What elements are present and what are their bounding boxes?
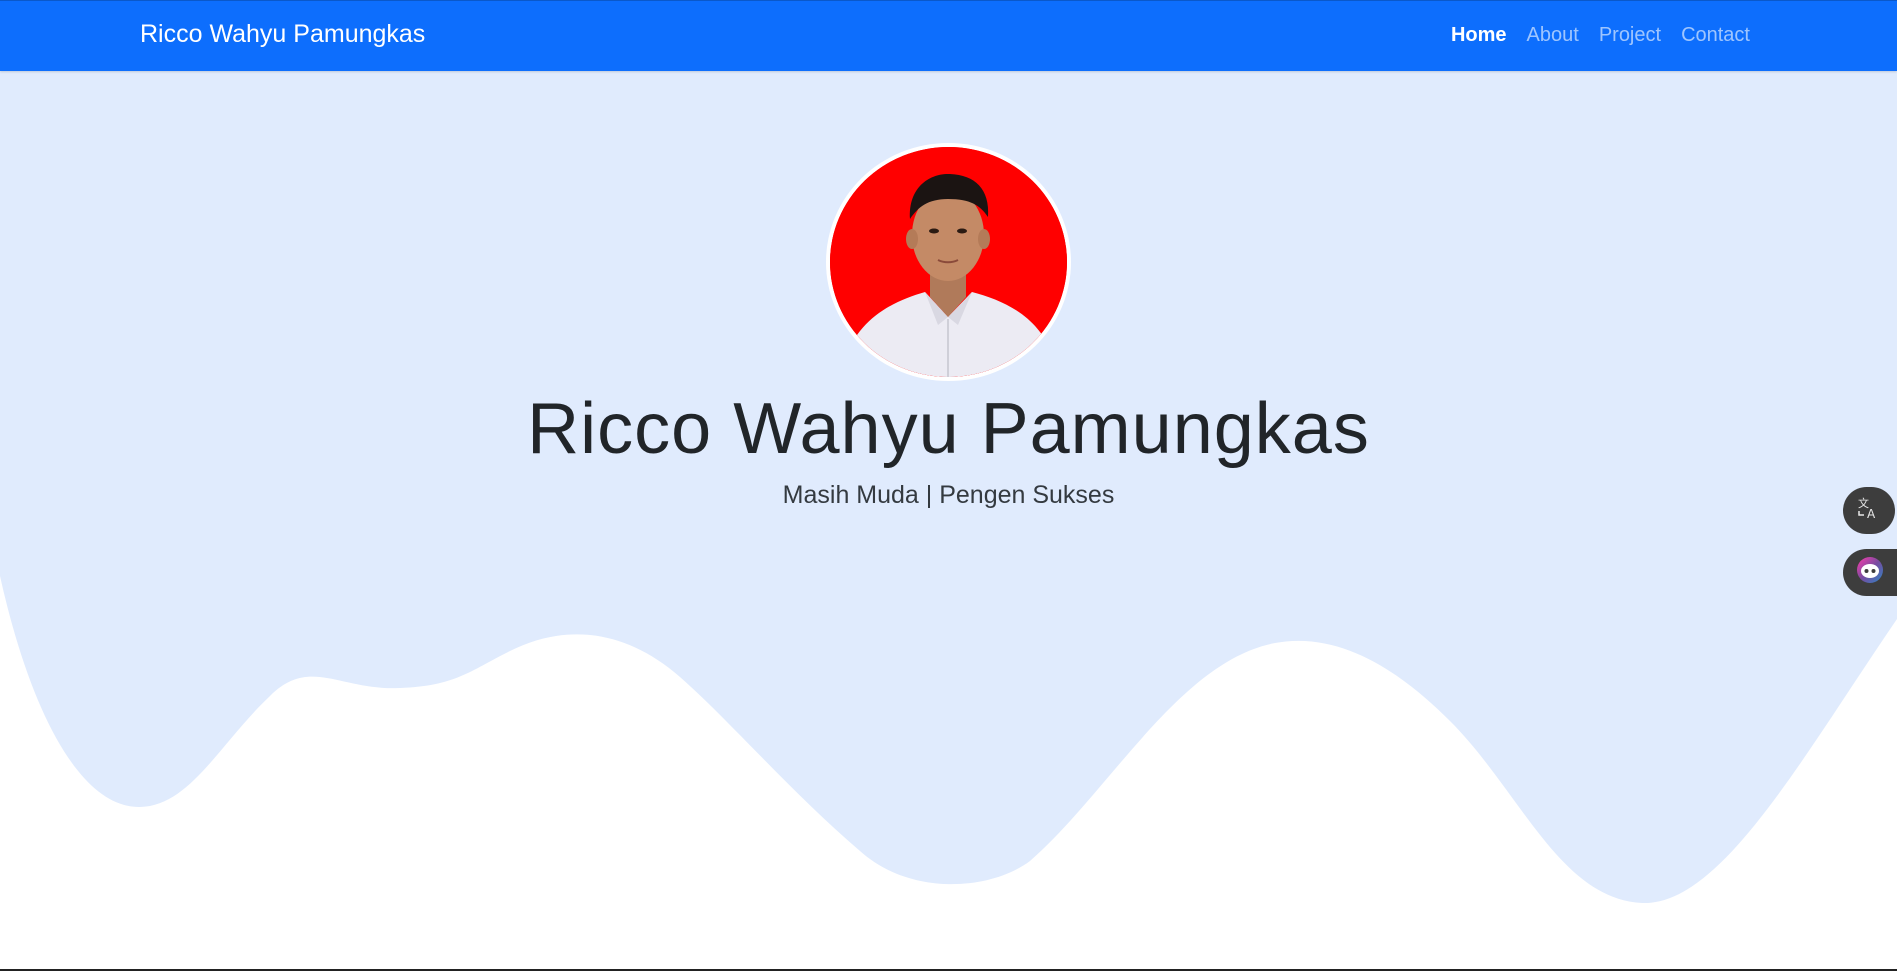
nav-link-project[interactable]: Project bbox=[1599, 24, 1661, 47]
nav-link-home[interactable]: Home bbox=[1451, 24, 1507, 47]
hero-subtitle: Masih Muda | Pengen Sukses bbox=[782, 481, 1115, 509]
profile-avatar bbox=[826, 143, 1071, 381]
translate-button[interactable]: 文 A bbox=[1843, 487, 1895, 534]
nav-link-about[interactable]: About bbox=[1527, 24, 1579, 47]
nav-link-contact[interactable]: Contact bbox=[1681, 24, 1750, 47]
profile-photo bbox=[830, 147, 1067, 377]
assistant-bot-icon bbox=[1855, 555, 1885, 590]
page: Ricco Wahyu Pamungkas Home About Project… bbox=[0, 0, 1897, 971]
svg-text:A: A bbox=[1867, 507, 1876, 521]
hero-title: Ricco Wahyu Pamungkas bbox=[527, 389, 1370, 469]
nav-links: Home About Project Contact bbox=[1451, 24, 1750, 47]
navbar-brand[interactable]: Ricco Wahyu Pamungkas bbox=[140, 20, 425, 49]
navbar: Ricco Wahyu Pamungkas Home About Project… bbox=[0, 0, 1897, 71]
assistant-button[interactable] bbox=[1843, 549, 1897, 596]
translate-icon: 文 A bbox=[1856, 495, 1882, 526]
